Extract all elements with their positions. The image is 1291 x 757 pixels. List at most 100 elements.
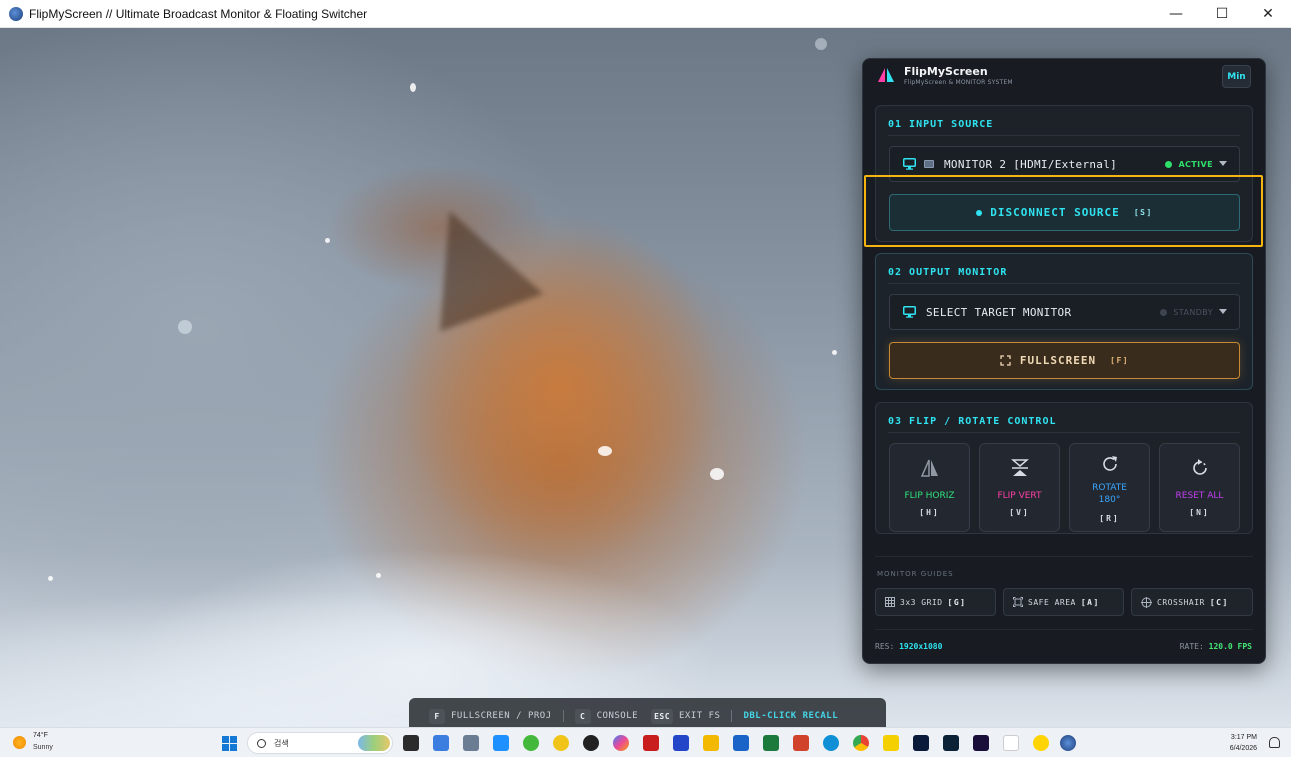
hotkey-label: FULLSCREEN / PROJ [451,711,552,721]
snowflake [710,468,724,480]
flip-horizontal-button[interactable]: FLIP HORIZ [H] [889,443,970,532]
crosshair-icon [1141,596,1152,608]
calculator-icon[interactable] [463,735,479,751]
kakaotalk-icon[interactable] [1033,735,1049,751]
section-title: 01 INPUT SOURCE [888,119,994,130]
search-placeholder: 검색 [274,738,289,748]
hotkey-hint: [F] [1110,356,1130,365]
flipmyscreen-taskbar-icon[interactable] [1060,735,1076,751]
divider [888,283,1240,284]
fullscreen-label: FULLSCREEN [1019,354,1097,367]
target-monitor-dropdown[interactable]: SELECT TARGET MONITOR STANDBY [889,294,1240,330]
tile-label-line2: 180° [1098,495,1121,505]
snowflake [48,576,53,581]
taskbar-clock[interactable]: 3:17 PM 6/4/2026 [1230,732,1257,754]
file-explorer-icon[interactable] [703,735,719,751]
app-icon [9,6,23,21]
rotate-180-button[interactable]: ROTATE 180° [R] [1069,443,1150,532]
brand-subtitle: FlipMyScreen & MONITOR SYSTEM [904,79,1013,86]
powerpoint-icon[interactable] [793,735,809,751]
taskbar: 74°F Sunny 검색 3:17 PM 6/4/2026 [0,727,1291,757]
sun-icon[interactable] [13,736,26,749]
window-title: FlipMyScreen // Ultimate Broadcast Monit… [29,6,368,21]
minimize-button[interactable]: — [1153,0,1199,28]
safe-area-guide-button[interactable]: SAFE AREA [A] [1003,588,1124,616]
tile-label-line1: ROTATE [1092,483,1127,493]
app-icon[interactable] [1003,735,1019,751]
snipping-icon[interactable] [493,735,509,751]
chevron-down-icon [1219,161,1227,166]
snowflake [598,446,612,456]
app-icon[interactable] [883,735,899,751]
hotkey-label: EXIT FS [679,711,721,721]
window-controls: — ☐ ✕ [1153,0,1291,28]
fullscreen-button[interactable]: FULLSCREEN [F] [889,342,1240,379]
lightroom-icon[interactable] [943,735,959,751]
taskbar-search-box[interactable]: 검색 [247,732,393,754]
hotkey-hint: [H] [919,508,940,517]
status-dot-icon [1165,160,1173,168]
target-monitor-value: SELECT TARGET MONITOR [926,305,1072,319]
excel-icon[interactable] [763,735,779,751]
separator [562,710,564,722]
status-badge: STANDBY [1160,295,1213,329]
outlook-icon[interactable] [733,735,749,751]
chevron-down-icon [1219,309,1227,314]
hotkey-hint: [G] [947,597,967,607]
hotkey-exit: ESC EXIT FS [651,708,721,724]
status-text: ACTIVE [1178,159,1213,169]
app-icon[interactable] [583,735,599,751]
search-highlight-icon [358,735,390,751]
flip-rotate-section: 03 FLIP / ROTATE CONTROL FLIP HORIZ [H] … [875,402,1253,534]
app-icon[interactable] [523,735,539,751]
monitor-icon [902,305,916,319]
separator [731,710,733,722]
guide-label: CROSSHAIR [1157,597,1205,607]
grid-guide-button[interactable]: 3x3 GRID [G] [875,588,996,616]
app-icon[interactable] [553,735,569,751]
status-dot-icon [1160,308,1168,316]
recall-hint: DBL-CLICK RECALL [743,711,839,721]
maximize-button[interactable]: ☐ [1199,0,1245,28]
chrome-icon[interactable] [853,735,869,751]
divider [888,432,1240,433]
crosshair-guide-button[interactable]: CROSSHAIR [C] [1131,588,1253,616]
snowflake [376,573,381,578]
app-icon[interactable] [433,735,449,751]
panel-minimize-button[interactable]: Min [1222,65,1251,88]
weather-temperature[interactable]: 74°F [33,732,48,739]
hotkey-console: C CONSOLE [574,708,638,724]
guide-label: 3x3 GRID [900,597,943,607]
weather-condition[interactable]: Sunny [33,744,53,751]
guide-label: SAFE AREA [1028,597,1076,607]
hotkey-hint: [C] [1209,597,1229,607]
fullscreen-icon [1000,355,1011,366]
hotkey-hint: [N] [1189,508,1210,517]
app-icon[interactable] [643,735,659,751]
grid-icon [885,597,895,607]
tile-label: RESET ALL [1175,491,1224,501]
window-titlebar: FlipMyScreen // Ultimate Broadcast Monit… [0,0,1291,28]
app-icon[interactable] [673,735,689,751]
key-cap: C [574,708,591,724]
edge-icon[interactable] [823,735,839,751]
safe-area-icon [1013,597,1023,607]
flip-vertical-button[interactable]: FLIP VERT [V] [979,443,1060,532]
tile-label: FLIP VERT [997,491,1042,501]
hotkey-fullscreen: F FULLSCREEN / PROJ [429,708,552,724]
flip-controls-grid: FLIP HORIZ [H] FLIP VERT [V] ROTATE 180°… [889,443,1240,532]
notification-bell-icon[interactable] [1269,737,1280,748]
photoshop-icon[interactable] [913,735,929,751]
hotkey-hint: [A] [1080,597,1100,607]
taskview-icon[interactable] [403,735,419,751]
clock-date: 6/4/2026 [1229,745,1257,752]
windows-start-icon[interactable] [222,736,237,751]
after-effects-icon[interactable] [973,735,989,751]
control-panel: FlipMyScreen FlipMyScreen & MONITOR SYST… [862,58,1266,664]
snowflake [178,320,192,334]
reset-all-button[interactable]: RESET ALL [N] [1159,443,1240,532]
rotate-icon [1070,454,1149,476]
copilot-icon[interactable] [613,735,629,751]
close-button[interactable]: ✕ [1245,0,1291,28]
section-title: 02 OUTPUT MONITOR [888,267,1008,278]
